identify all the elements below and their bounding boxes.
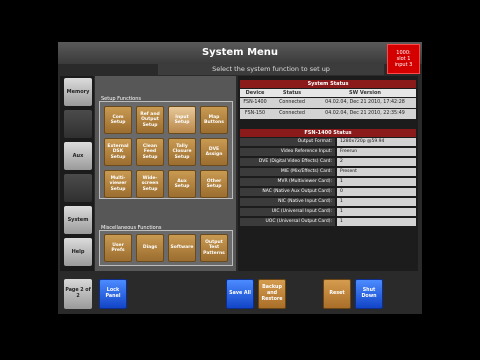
setup-functions-label: Setup Functions — [101, 96, 142, 102]
com-setup-button[interactable]: Com Setup — [104, 106, 132, 134]
fsn-value: 1 — [337, 208, 416, 216]
fsn-value: 2 — [337, 158, 416, 166]
tally-closure-setup-button[interactable]: Tally Closure Setup — [168, 138, 196, 166]
fsn-status-title: FSN-1400 Status — [240, 129, 416, 137]
fsn-value: Freerun — [337, 148, 416, 156]
table-row: FSN-150 Connected 04.02.04, Dec 21 2010,… — [240, 109, 416, 119]
ref-output-setup-button[interactable]: Ref and Output Setup — [136, 106, 164, 134]
row-2-device: FSN-150 — [244, 111, 266, 116]
widescreen-setup-button[interactable]: Wide-screen Setup — [136, 170, 164, 198]
fsn-label: Output Format: — [240, 138, 335, 146]
window-subtitle: Select the system function to set up — [158, 64, 384, 75]
alert-badge[interactable]: 1000: slot 1 input 3 — [387, 44, 420, 74]
clean-feed-setup-button[interactable]: Clean Feed Setup — [136, 138, 164, 166]
fsn-value: 1 — [337, 198, 416, 206]
fsn-row-output-format: Output Format: 1280x720p @59.94 — [240, 138, 416, 146]
fsn-row-uoc: UOC (Universal Output Card): 1 — [240, 218, 416, 226]
fsn-row-nac: NAC (Native Aux Output Card): 0 — [240, 188, 416, 196]
software-button[interactable]: Software — [168, 234, 196, 262]
system-status-header: Device Status SW Version — [240, 89, 416, 97]
fsn-label: NAC (Native Aux Output Card): — [240, 188, 335, 196]
fsn-label: UIC (Universal Input Card): — [240, 208, 335, 216]
fsn-label: MIE (Mix/Effects) Card: — [240, 168, 335, 176]
backup-restore-button[interactable]: Backup and Restore — [258, 279, 286, 309]
row-1-device: FSN-1400 — [243, 100, 267, 105]
shut-down-button[interactable]: Shut Down — [355, 279, 383, 309]
col-sw-version: SW Version — [349, 90, 381, 96]
page-button[interactable]: Page 2 of 2 — [64, 279, 92, 309]
col-device: Device — [245, 90, 265, 96]
fsn-row-mie: MIE (Mix/Effects) Card: Present — [240, 168, 416, 176]
external-dsk-setup-button[interactable]: External DSK Setup — [104, 138, 132, 166]
fsn-label: NIC (Native Input Card): — [240, 198, 335, 206]
sidebar-item-aux[interactable]: Aux — [64, 142, 92, 170]
row-2-version: 04.02.04, Dec 21 2010, 22:35:49 — [325, 111, 405, 116]
fsn-row-mvr: MVR (Multiviewer Card): 1 — [240, 178, 416, 186]
alert-line-3: input 3 — [394, 62, 413, 68]
diags-button[interactable]: Diags — [136, 234, 164, 262]
user-prefs-button[interactable]: User Prefs — [104, 234, 132, 262]
input-setup-button[interactable]: Input Setup — [168, 106, 196, 134]
fsn-row-video-ref: Video Reference Input: Freerun — [240, 148, 416, 156]
table-row: FSN-1400 Connected 04.02.04, Dec 21 2010… — [240, 98, 416, 108]
lock-panel-button[interactable]: Lock Panel — [99, 279, 127, 309]
output-test-patterns-button[interactable]: Output Test Patterns — [200, 234, 228, 262]
sidebar-item-blank-2[interactable] — [64, 174, 92, 202]
fsn-value: 1 — [337, 218, 416, 226]
window-title: System Menu — [58, 42, 422, 64]
row-1-version: 04.02.04, Dec 21 2010, 17:42:28 — [325, 100, 405, 105]
dve-assign-button[interactable]: DVE Assign — [200, 138, 228, 166]
sidebar-item-help[interactable]: Help — [64, 238, 92, 266]
sidebar-item-memory[interactable]: Memory — [64, 78, 92, 106]
fsn-row-dve: DVE (Digital Video Effects) Card: 2 — [240, 158, 416, 166]
fsn-label: UOC (Universal Output Card): — [240, 218, 335, 226]
other-setup-button[interactable]: Other Setup — [200, 170, 228, 198]
fsn-value: 0 — [337, 188, 416, 196]
map-buttons-button[interactable]: Map Buttons — [200, 106, 228, 134]
fsn-value: 1280x720p @59.94 — [337, 138, 416, 146]
reset-button[interactable]: Reset — [323, 279, 351, 309]
sidebar-item-blank-1[interactable] — [64, 110, 92, 138]
col-status: Status — [282, 90, 302, 96]
fsn-label: DVE (Digital Video Effects) Card: — [240, 158, 335, 166]
fsn-label: Video Reference Input: — [240, 148, 335, 156]
multiviewer-setup-button[interactable]: Multi-viewer Setup — [104, 170, 132, 198]
fsn-row-uic: UIC (Universal Input Card): 1 — [240, 208, 416, 216]
fsn-value: Present — [337, 168, 416, 176]
misc-functions-label: Miscellaneous Functions — [101, 225, 162, 231]
save-all-button[interactable]: Save All — [226, 279, 254, 309]
row-1-status: Connected — [279, 100, 305, 105]
sidebar-item-system[interactable]: System — [64, 206, 92, 234]
row-2-status: Connected — [279, 111, 305, 116]
fsn-label: MVR (Multiviewer Card): — [240, 178, 335, 186]
system-status-title: System Status — [240, 80, 416, 88]
fsn-row-nic: NIC (Native Input Card): 1 — [240, 198, 416, 206]
fsn-value: 1 — [337, 178, 416, 186]
aux-setup-button[interactable]: Aux Setup — [168, 170, 196, 198]
